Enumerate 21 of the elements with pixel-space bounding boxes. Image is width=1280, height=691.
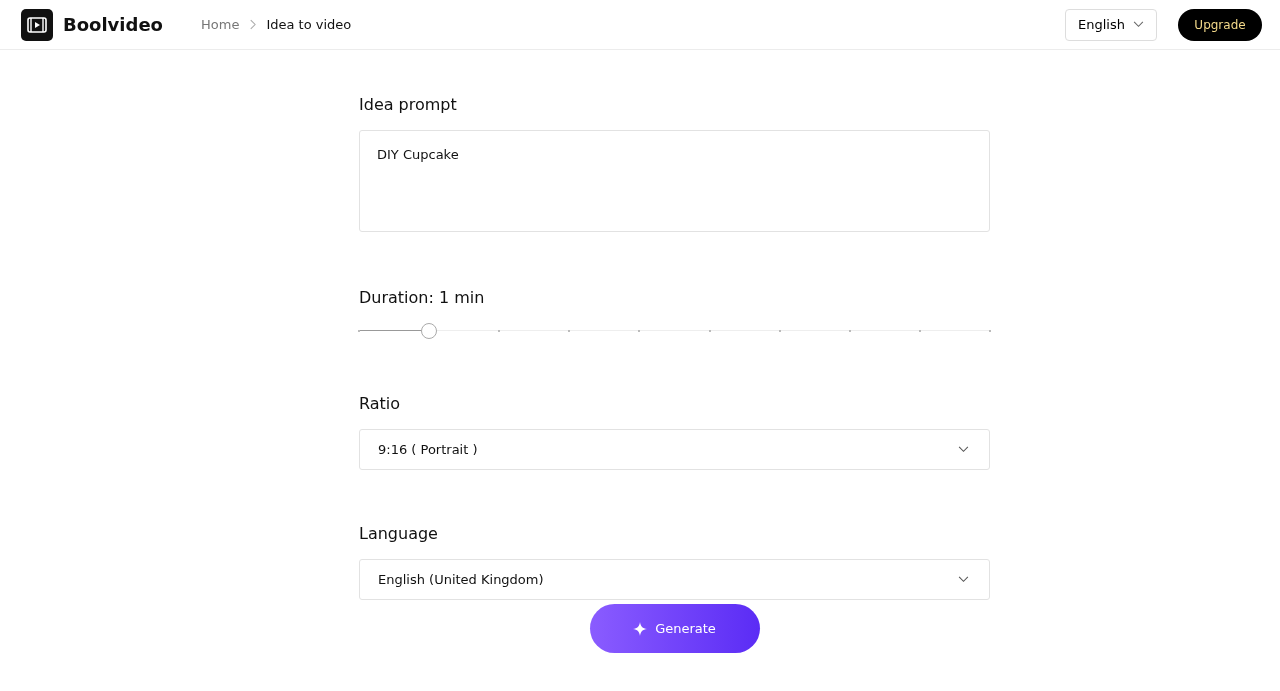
- upgrade-button[interactable]: Upgrade: [1178, 8, 1262, 41]
- breadcrumb-link[interactable]: Home: [201, 17, 240, 32]
- slider-handle[interactable]: [421, 323, 438, 339]
- chevron-down-icon: [1133, 21, 1144, 28]
- prompt-field[interactable]: DIY Cupcake: [359, 130, 990, 232]
- language-dropdown[interactable]: English (United Kingdom): [359, 559, 990, 600]
- field-label: Duration: 1 min: [359, 288, 486, 307]
- logo-icon: [21, 8, 53, 41]
- field-label: Idea prompt: [359, 95, 458, 114]
- language-dropdown[interactable]: English: [1065, 8, 1157, 41]
- field-label: Ratio: [359, 394, 402, 413]
- generate-button[interactable]: Generate: [589, 604, 760, 653]
- chevron-down-icon: [958, 576, 969, 583]
- sparkle-icon: [633, 621, 648, 636]
- ratio-dropdown[interactable]: 9:16 ( Portrait ): [359, 429, 990, 470]
- duration-slider[interactable]: [359, 323, 990, 339]
- chevron-right-icon: [249, 19, 257, 30]
- brand-name: Boolvideo: [63, 14, 163, 35]
- breadcrumb-link[interactable]: Idea to video: [266, 17, 352, 32]
- chevron-down-icon: [958, 446, 969, 453]
- field-label: Language: [359, 524, 439, 543]
